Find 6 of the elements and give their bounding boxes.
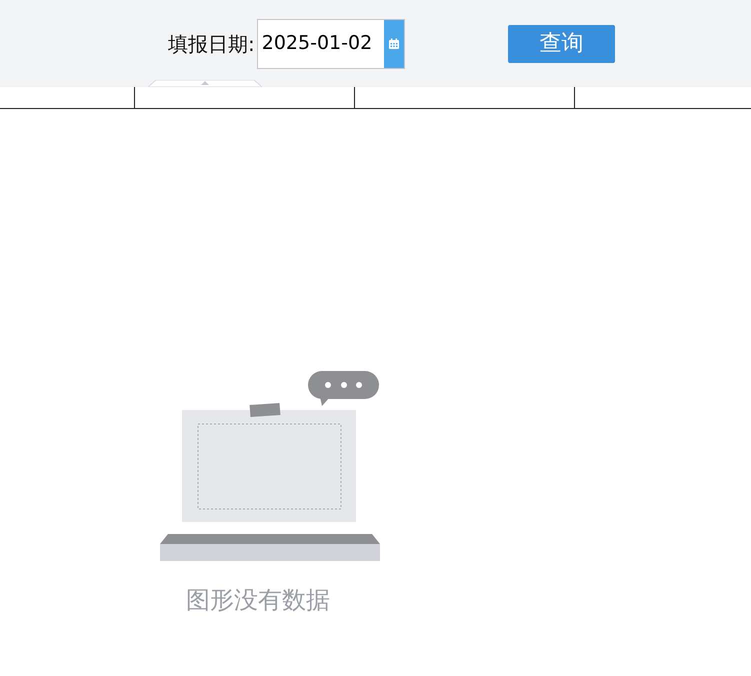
date-field[interactable]: 2025-01-02	[258, 20, 384, 68]
empty-message: 图形没有数据	[186, 585, 331, 616]
collapse-handle[interactable]	[148, 80, 262, 87]
date-label: 填报日期:	[168, 30, 255, 58]
date-picker[interactable]: 2025-01-02	[256, 18, 405, 68]
calendar-icon[interactable]	[388, 38, 400, 50]
